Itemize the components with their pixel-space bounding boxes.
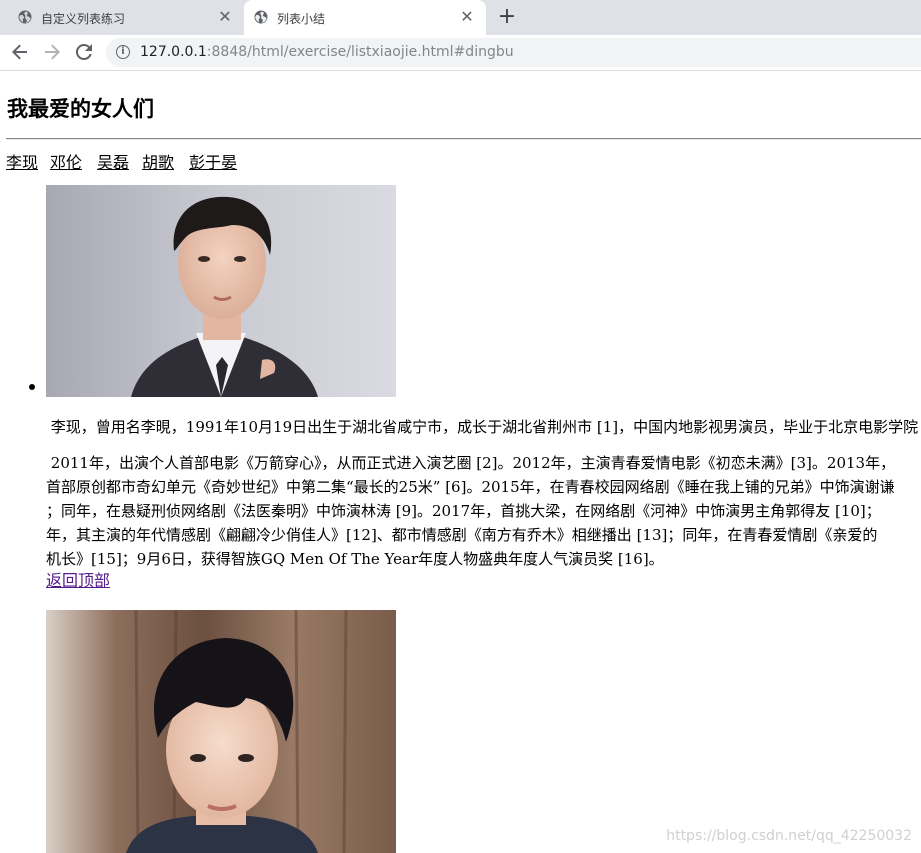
plus-icon[interactable]: +	[496, 6, 518, 28]
tab-title: 列表小结	[277, 12, 326, 26]
close-icon[interactable]: ✕	[216, 8, 234, 26]
nav-link-wu-lei[interactable]: 吴磊	[97, 149, 129, 173]
url-path: :8848/html/exercise/listxiaojie.html#din…	[206, 44, 514, 60]
horizontal-rule	[6, 138, 921, 140]
bio-paragraph: 李现，曾用名李晛，1991年10月19日出生于湖北省咸宁市，成长于湖北省荆州市 …	[50, 418, 919, 436]
portrait-photo	[46, 610, 396, 853]
watermark: https://blog.csdn.net/qq_42250032	[666, 828, 912, 844]
browser-toolbar: i 127.0.0.1:8848/html/exercise/listxiaoj…	[0, 35, 921, 71]
page-title: 我最爱的女人们	[7, 96, 154, 121]
info-icon[interactable]: i	[116, 45, 130, 59]
portrait-photo	[46, 185, 396, 397]
bio-paragraph: 2011年，出演个人首部电影《万箭穿心》，从而正式进入演艺圈 [2]。2012年…	[46, 454, 896, 568]
globe-icon	[254, 10, 268, 24]
url-host: 127.0.0.1	[140, 44, 207, 60]
tab-list-summary[interactable]: 列表小结 ✕	[244, 0, 486, 35]
nav-link-peng-yuyan[interactable]: 彭于晏	[189, 149, 237, 173]
tab-custom-list-exercise[interactable]: 自定义列表练习 ✕	[8, 0, 244, 35]
nav-link-deng-lun[interactable]: 邓伦	[50, 149, 82, 173]
back-arrow-icon[interactable]	[8, 40, 32, 64]
address-bar[interactable]: i 127.0.0.1:8848/html/exercise/listxiaoj…	[106, 38, 921, 67]
close-icon[interactable]: ✕	[458, 8, 476, 26]
nav-link-hu-ge[interactable]: 胡歌	[142, 149, 174, 173]
tab-title: 自定义列表练习	[41, 12, 126, 26]
forward-arrow-icon[interactable]	[40, 40, 64, 64]
url-text: 127.0.0.1:8848/html/exercise/listxiaojie…	[140, 44, 514, 60]
back-to-top-link[interactable]: 返回顶部	[46, 567, 110, 591]
list-bullet	[29, 384, 35, 390]
page-content: 我最爱的女人们 李现 邓伦 吴磊 胡歌 彭于晏 李现，曾用名李晛，1991年10…	[0, 71, 921, 853]
nav-link-li-xian[interactable]: 李现	[6, 149, 38, 173]
reload-icon[interactable]	[72, 40, 96, 64]
globe-icon	[18, 10, 32, 24]
tab-strip: 自定义列表练习 ✕ 列表小结 ✕ +	[0, 0, 921, 35]
